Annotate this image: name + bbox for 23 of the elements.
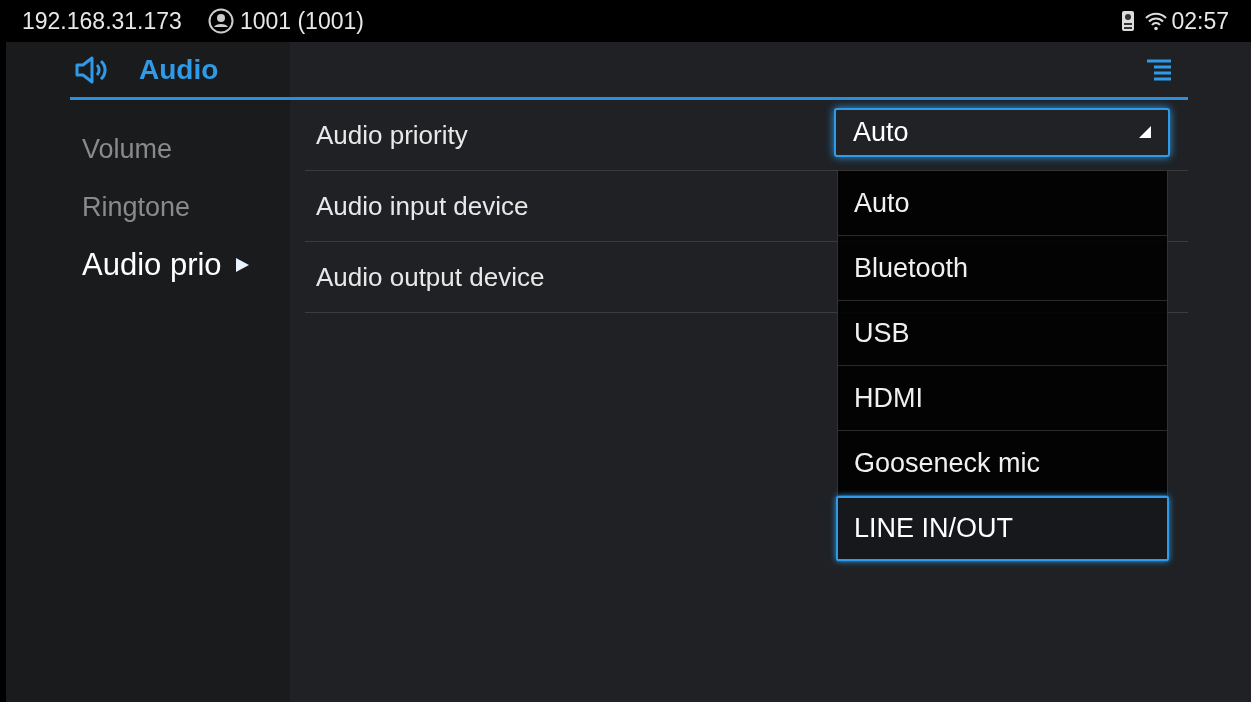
remote-control-icon [1121,10,1136,32]
speaker-icon [75,55,109,84]
sidebar-item[interactable]: Audio prio [82,241,222,289]
ip-address: 192.168.31.173 [22,6,182,36]
dropdown-option[interactable]: LINE IN/OUT [836,496,1169,561]
dropdown-option[interactable]: HDMI [838,366,1167,431]
sidebar-item[interactable]: Volume [82,128,173,170]
menu-icon[interactable] [1146,57,1172,82]
caret-icon [1139,126,1151,138]
sidebar-item[interactable]: Ringtone [82,186,191,228]
clock-time: 02:57 [1171,6,1229,36]
dropdown-option[interactable]: Auto [838,171,1167,236]
account-label: 1001 (1001) [239,6,364,36]
setting-label: Audio output device [316,260,545,294]
dropdown-field[interactable]: Auto [834,107,1170,157]
wifi-icon [1145,11,1168,31]
triangle-right-icon [233,257,250,273]
dropdown-option[interactable]: USB [838,301,1167,366]
setting-label: Audio priority [316,118,468,152]
setting-label: Audio input device [316,189,529,223]
account-icon [207,8,234,34]
page-title: Audio [139,52,219,87]
dropdown-option[interactable]: Bluetooth [838,236,1167,301]
